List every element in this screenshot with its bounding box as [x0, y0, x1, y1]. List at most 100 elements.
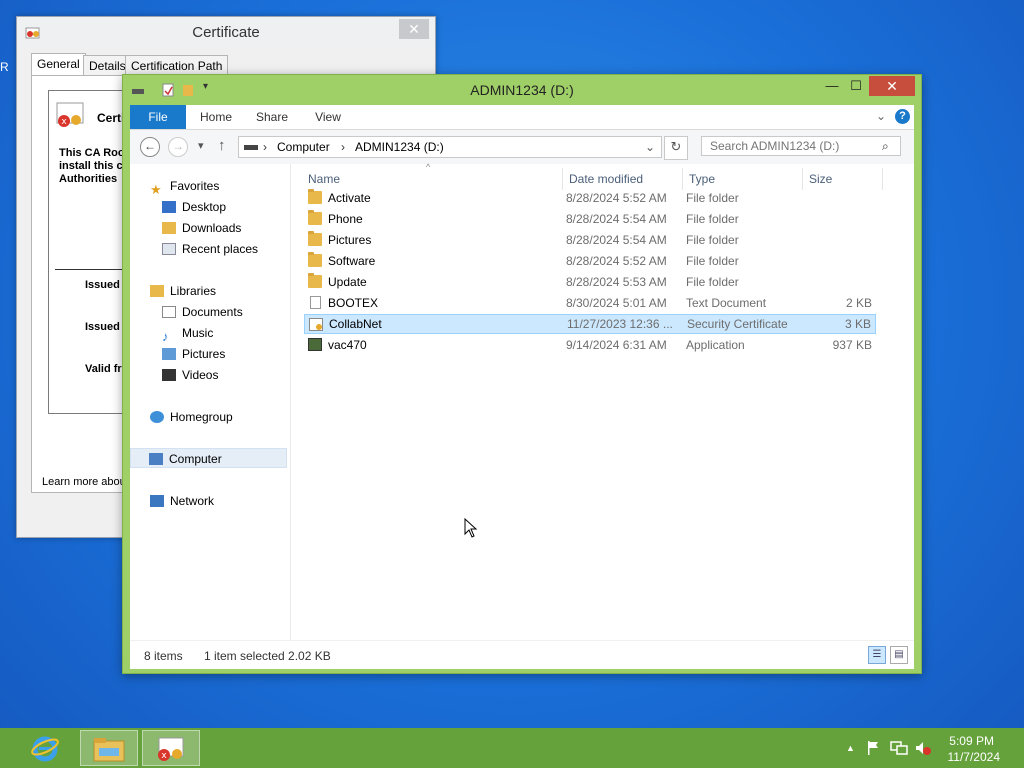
file-date-modified: 8/30/2024 5:01 AM	[566, 296, 667, 310]
file-list: ^ Name Date modified Type Size Activate 8…	[298, 162, 906, 640]
file-size: 937 KB	[832, 338, 872, 352]
minimize-button[interactable]: —	[819, 76, 845, 96]
navigation-bar: ← → ▾ ↑ › Computer › ADMIN1234 (D:) ⌄ ↻ …	[130, 130, 914, 164]
help-icon[interactable]: ?	[895, 109, 910, 124]
show-hidden-icons-arrow[interactable]: ▲	[846, 743, 855, 753]
search-input[interactable]	[701, 136, 901, 156]
table-row[interactable]: Update 8/28/2024 5:53 AM File folder	[304, 272, 876, 292]
network-icon[interactable]	[890, 740, 908, 756]
recent-places-icon	[162, 242, 176, 255]
nav-documents[interactable]: Documents	[162, 302, 243, 322]
explorer-titlebar[interactable]: ▾ ADMIN1234 (D:) — ☐ ✕	[123, 75, 921, 105]
clock-time[interactable]: 5:09 PM	[949, 734, 994, 748]
table-row[interactable]: Activate 8/28/2024 5:52 AM File folder	[304, 188, 876, 208]
column-header-type[interactable]: Type	[689, 172, 715, 186]
certificate-body-line: This CA Roo	[59, 147, 125, 159]
file-name: Pictures	[328, 233, 372, 247]
maximize-button[interactable]: ☐	[843, 76, 869, 96]
libraries-icon	[150, 284, 164, 297]
navigation-pane: ★ Favorites Desktop Downloads Recent plac…	[130, 164, 291, 640]
address-bar[interactable]: › Computer › ADMIN1234 (D:) ⌄	[238, 136, 662, 158]
back-button[interactable]: ←	[140, 137, 160, 157]
file-date-modified: 8/28/2024 5:52 AM	[566, 191, 667, 205]
table-row[interactable]: Software 8/28/2024 5:52 AM File folder	[304, 251, 876, 271]
forward-button[interactable]: →	[168, 137, 188, 157]
column-separator[interactable]	[682, 168, 683, 190]
issued-by-label: Issued	[85, 321, 120, 333]
taskbar-certificate[interactable]: x	[142, 730, 200, 766]
recent-locations-dropdown-icon[interactable]: ▾	[198, 139, 204, 152]
item-count: 8 items	[144, 649, 183, 663]
videos-icon	[162, 368, 176, 381]
close-button[interactable]: ✕	[869, 76, 915, 96]
nav-videos[interactable]: Videos	[162, 365, 218, 385]
file-explorer-icon	[93, 738, 125, 762]
search-icon[interactable]: ⌕	[882, 139, 889, 154]
learn-more-link[interactable]: Learn more abou	[42, 476, 126, 488]
tab-share[interactable]: Share	[250, 105, 294, 129]
certificate-close-button[interactable]: ✕	[399, 19, 429, 39]
column-header-size[interactable]: Size	[809, 172, 832, 186]
column-header-name[interactable]: Name	[308, 172, 340, 186]
file-type: Application	[686, 338, 745, 352]
taskbar-file-explorer[interactable]	[80, 730, 138, 766]
desktop-icon-label: R	[0, 60, 9, 74]
certificate-titlebar[interactable]: Certificate ✕	[17, 17, 435, 47]
volume-muted-icon[interactable]	[914, 740, 932, 756]
action-center-flag-icon[interactable]	[866, 740, 880, 756]
sort-ascending-icon: ^	[426, 162, 431, 172]
file-name: Software	[328, 254, 376, 268]
tab-file[interactable]: File	[130, 105, 186, 129]
application-icon	[308, 338, 322, 351]
star-icon: ★	[150, 181, 162, 197]
taskbar-internet-explorer[interactable]	[16, 730, 74, 766]
table-row[interactable]: BOOTEX 8/30/2024 5:01 AM Text Document 2 KB	[304, 293, 876, 313]
downloads-icon	[162, 221, 176, 234]
file-date-modified: 9/14/2024 6:31 AM	[566, 338, 667, 352]
internet-explorer-icon	[31, 736, 59, 762]
table-row[interactable]: Phone 8/28/2024 5:54 AM File folder	[304, 209, 876, 229]
nav-computer[interactable]: Computer	[130, 448, 287, 468]
clock-date[interactable]: 11/7/2024	[948, 750, 1001, 764]
table-row[interactable]: CollabNet 11/27/2023 12:36 ... Security Ce…	[304, 314, 876, 334]
file-date-modified: 8/28/2024 5:52 AM	[566, 254, 667, 268]
column-separator[interactable]	[562, 168, 563, 190]
expand-ribbon-chevron-icon[interactable]: ⌄	[876, 109, 886, 123]
file-type: Text Document	[686, 296, 767, 310]
tab-home[interactable]: Home	[194, 105, 238, 129]
column-separator[interactable]	[882, 168, 883, 190]
certificate-body-line: Authorities	[59, 173, 118, 185]
nav-music[interactable]: ♪ Music	[162, 323, 213, 344]
certificate-body-line: install this c	[59, 160, 123, 172]
details-view-icon[interactable]: ☰	[868, 646, 886, 664]
column-separator[interactable]	[802, 168, 803, 190]
nav-desktop[interactable]: Desktop	[162, 197, 226, 217]
address-dropdown-icon[interactable]: ⌄	[645, 140, 655, 154]
breadcrumb-drive[interactable]: ADMIN1234 (D:)	[355, 140, 444, 154]
large-icons-view-icon[interactable]: ▤	[890, 646, 908, 664]
table-row[interactable]: vac470 9/14/2024 6:31 AM Application 937 KB	[304, 335, 876, 355]
tab-view[interactable]: View	[306, 105, 350, 129]
nav-homegroup[interactable]: Homegroup	[150, 407, 233, 427]
nav-favorites[interactable]: ★ Favorites	[150, 176, 219, 197]
nav-recent-places[interactable]: Recent places	[162, 239, 258, 259]
mouse-cursor-icon	[464, 518, 478, 538]
status-bar: 8 items 1 item selected 2.02 KB ☰ ▤	[130, 640, 914, 669]
file-date-modified: 8/28/2024 5:54 AM	[566, 233, 667, 247]
selection-info: 1 item selected 2.02 KB	[204, 649, 331, 663]
tab-certification-path[interactable]: Certification Path	[125, 55, 229, 76]
file-name: vac470	[328, 338, 367, 352]
up-button[interactable]: ↑	[218, 137, 226, 154]
folder-icon	[308, 231, 322, 246]
column-header-date-modified[interactable]: Date modified	[569, 172, 643, 186]
breadcrumb-separator: ›	[263, 140, 267, 154]
breadcrumb-computer[interactable]: Computer	[277, 140, 330, 154]
table-row[interactable]: Pictures 8/28/2024 5:54 AM File folder	[304, 230, 876, 250]
nav-libraries[interactable]: Libraries	[150, 281, 216, 301]
nav-downloads[interactable]: Downloads	[162, 218, 241, 238]
nav-network[interactable]: Network	[150, 491, 214, 511]
nav-pictures[interactable]: Pictures	[162, 344, 225, 364]
tab-general[interactable]: General	[31, 53, 86, 76]
refresh-button[interactable]: ↻	[664, 136, 688, 160]
certificate-icon	[309, 318, 323, 331]
